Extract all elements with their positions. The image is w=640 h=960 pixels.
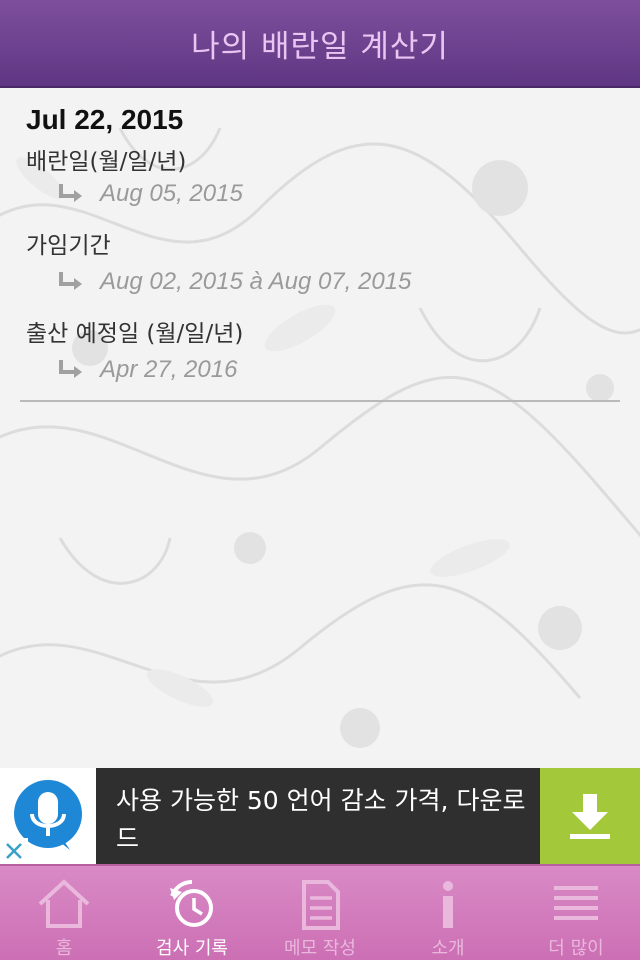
ad-banner[interactable]: 사용 가능한 50 언어 감소 가격, 다운로드	[0, 768, 640, 864]
tab-label: 메모 작성	[284, 938, 356, 959]
divider	[20, 400, 620, 402]
tab-about[interactable]: 소개	[384, 866, 512, 960]
ovulation-label: 배란일(월/일/년)	[26, 149, 187, 175]
close-icon	[6, 843, 22, 859]
floral-background	[0, 127, 640, 748]
home-icon	[38, 879, 90, 928]
history-icon	[170, 880, 213, 927]
fertile-period-label: 가임기간	[26, 233, 111, 259]
tab-label: 더 많이	[548, 938, 604, 959]
ad-text[interactable]: 사용 가능한 50 언어 감소 가격, 다운로드	[116, 782, 526, 858]
tab-label: 홈	[55, 938, 73, 959]
ad-close-button[interactable]	[0, 838, 28, 864]
record-date: Jul 22, 2015	[26, 104, 184, 135]
ovulation-value: Aug 05, 2015	[100, 180, 243, 207]
fertile-period-value: Aug 02, 2015 à Aug 07, 2015	[100, 268, 412, 295]
tab-label: 소개	[431, 938, 465, 959]
info-icon	[443, 881, 453, 928]
arrow-return-icon	[59, 184, 82, 202]
tab-label: 검사 기록	[156, 938, 228, 959]
tab-note[interactable]: 메모 작성	[256, 866, 384, 960]
app-header: 나의 배란일 계산기	[0, 0, 640, 88]
tab-more[interactable]: 더 많이	[512, 866, 640, 960]
ad-download-button[interactable]	[540, 768, 640, 864]
arrow-return-icon	[59, 272, 82, 290]
note-icon	[302, 880, 340, 930]
due-date-label: 출산 예정일 (월/일/년)	[26, 321, 244, 347]
menu-icon	[554, 886, 598, 920]
arrow-return-icon	[59, 360, 82, 378]
tab-history[interactable]: 검사 기록	[128, 866, 256, 960]
tab-home[interactable]: 홈	[0, 866, 128, 960]
main-content: Jul 22, 2015 배란일(월/일/년) Aug 05, 2015 가임기…	[0, 88, 640, 768]
tab-bar: 홈 검사 기록 메모 작성 소개 더 많이	[0, 864, 640, 960]
page-title: 나의 배란일 계산기	[191, 28, 449, 65]
due-date-value: Apr 27, 2016	[100, 356, 238, 383]
download-icon	[570, 794, 610, 839]
